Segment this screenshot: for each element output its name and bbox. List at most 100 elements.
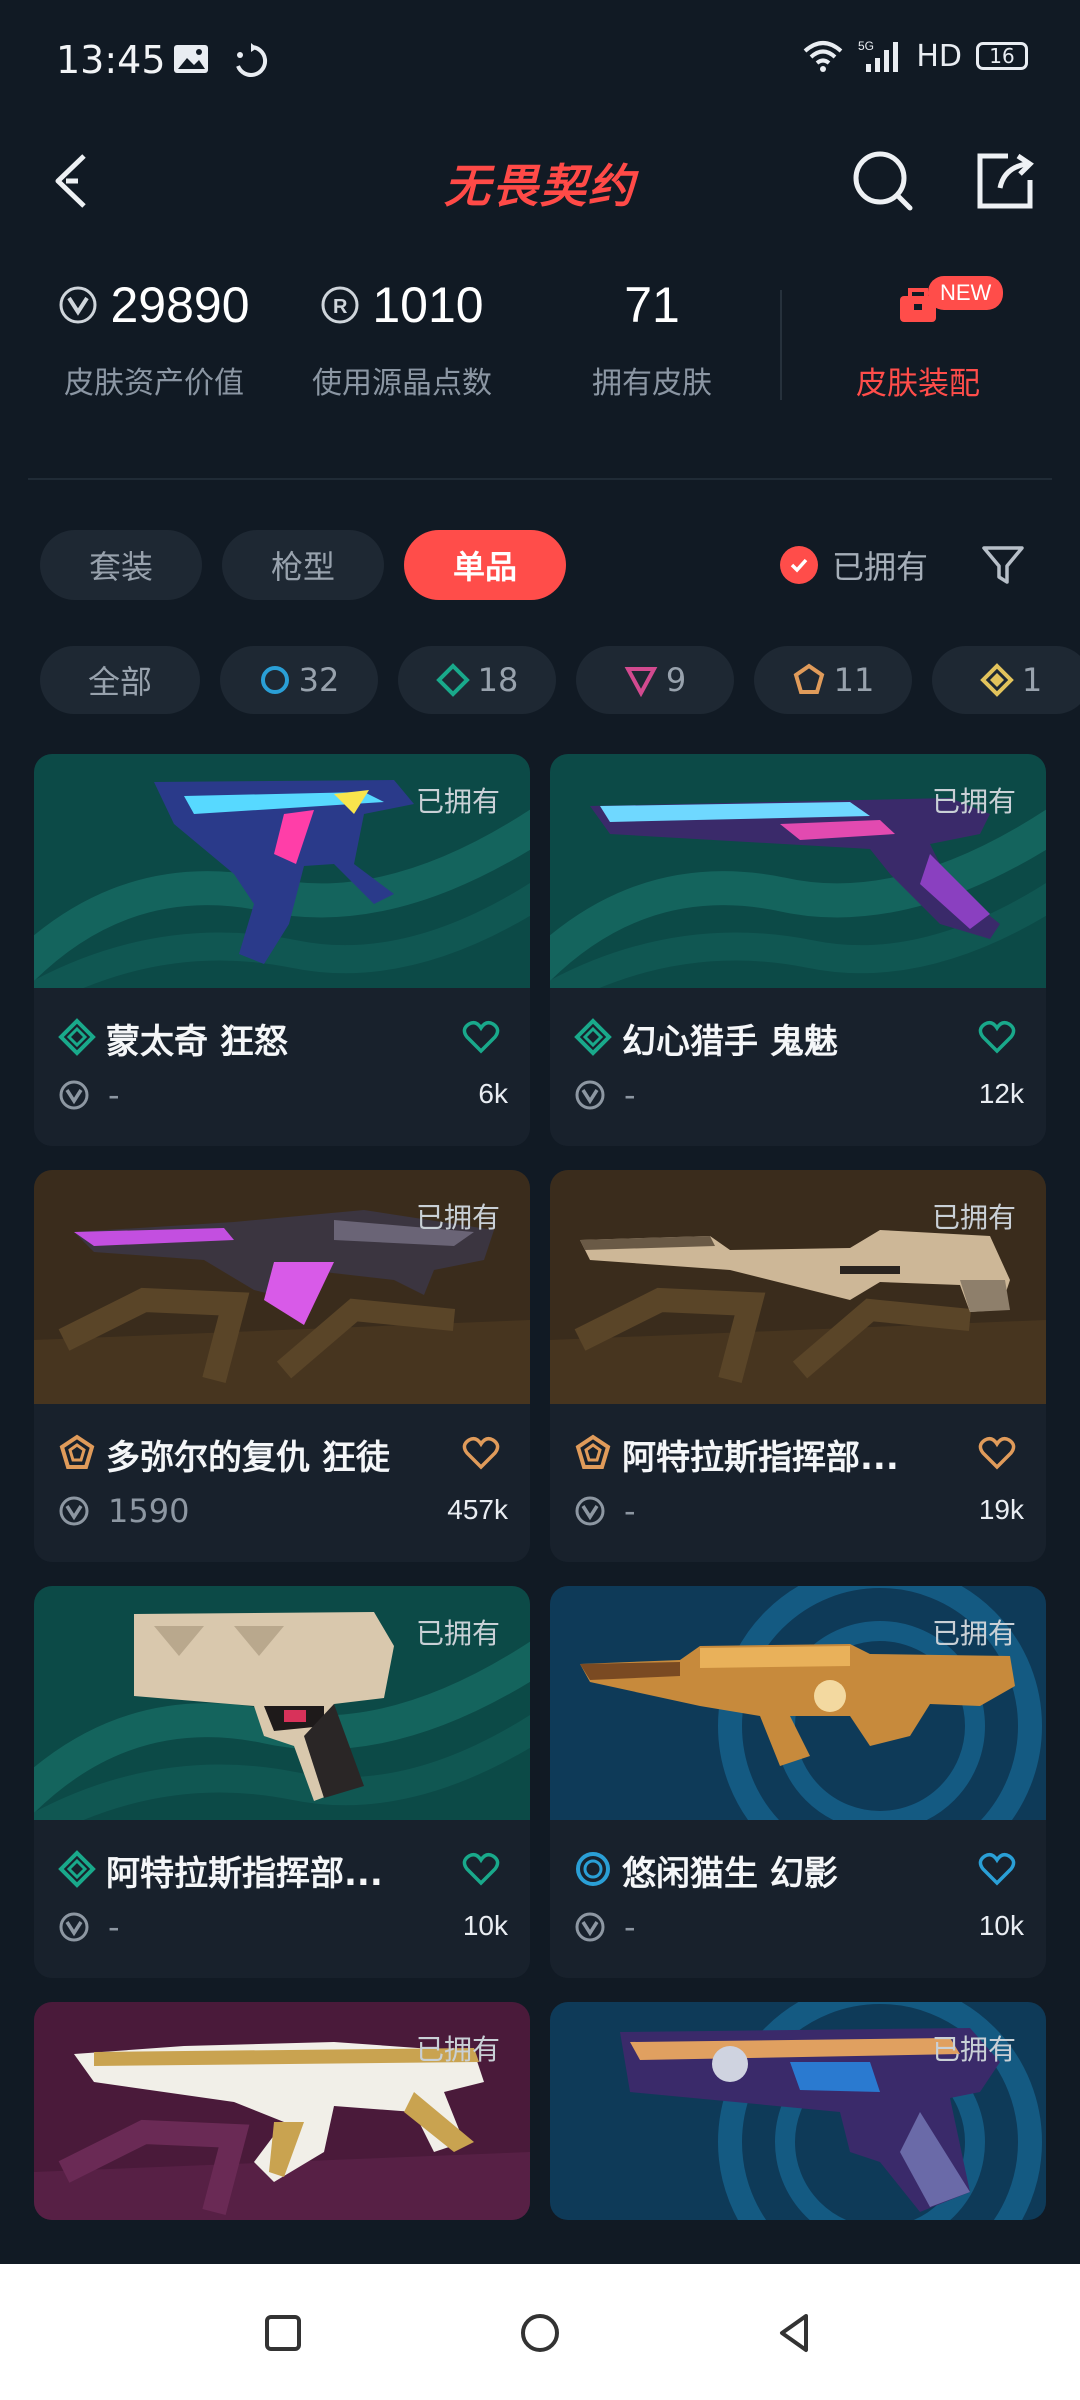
tier-premium[interactable]: 9 bbox=[576, 646, 734, 714]
deluxe-tier-icon bbox=[58, 1018, 96, 1056]
tab-bundle[interactable]: 套装 bbox=[40, 530, 202, 600]
vp-icon bbox=[575, 1912, 605, 1942]
stats-divider bbox=[780, 290, 782, 400]
heart-icon[interactable] bbox=[978, 1852, 1016, 1886]
owned-filter-toggle[interactable]: 已拥有 bbox=[780, 542, 928, 588]
filter-icon[interactable] bbox=[978, 540, 1028, 590]
svg-text:5G: 5G bbox=[858, 39, 874, 53]
skin-loadout-button[interactable]: NEW 皮肤装配 bbox=[808, 270, 1028, 403]
page-title: 无畏契约 bbox=[444, 159, 636, 213]
status-time: 13:45 bbox=[56, 38, 166, 82]
back-triangle-icon[interactable] bbox=[770, 2308, 820, 2358]
select-tier-icon bbox=[576, 1852, 610, 1886]
vp-icon bbox=[59, 1080, 89, 1110]
battery-level: 16 bbox=[989, 44, 1015, 68]
owned-tag: 已拥有 bbox=[931, 1201, 1016, 1234]
owned-tag: 已拥有 bbox=[415, 2033, 500, 2066]
tier-all-label: 全部 bbox=[87, 663, 152, 701]
battery-icon: 16 bbox=[976, 42, 1028, 70]
deluxe-tier-icon bbox=[574, 1018, 612, 1056]
heart-icon[interactable] bbox=[462, 1852, 500, 1886]
tier-deluxe[interactable]: 18 bbox=[398, 646, 556, 714]
premium-tier-icon bbox=[624, 667, 658, 697]
tab-single-item[interactable]: 单品 bbox=[404, 530, 566, 600]
owned-tag: 已拥有 bbox=[415, 1201, 500, 1234]
heart-icon[interactable] bbox=[978, 1020, 1016, 1054]
skin-card[interactable]: 已拥有 bbox=[34, 2002, 530, 2220]
skin-card[interactable]: 已拥有 bbox=[550, 2002, 1046, 2220]
skin-name: 悠闲猫生 幻影 bbox=[622, 1854, 838, 1894]
deluxe-tier-icon bbox=[58, 1850, 96, 1888]
owned-skins-count: 71 bbox=[624, 277, 680, 333]
ultra-tier-icon bbox=[979, 663, 1014, 697]
share-icon[interactable] bbox=[970, 146, 1040, 216]
skin-card[interactable]: 已拥有 蒙太奇 狂怒 - 6k bbox=[34, 754, 530, 1146]
tier-select[interactable]: 32 bbox=[220, 646, 378, 714]
tier-count: 11 bbox=[833, 661, 875, 699]
skin-price: - bbox=[108, 1076, 120, 1114]
tier-count: 18 bbox=[477, 661, 519, 699]
price-row: 1590 bbox=[58, 1492, 189, 1530]
recents-square-icon[interactable] bbox=[258, 2308, 308, 2358]
skin-card[interactable]: 已拥有 悠闲猫生 幻影 - 10k bbox=[550, 1586, 1046, 1978]
tier-count: 32 bbox=[298, 661, 340, 699]
divider bbox=[28, 478, 1052, 480]
system-nav-bar bbox=[0, 2264, 1080, 2400]
price-row: - bbox=[574, 1076, 636, 1114]
gallery-icon bbox=[174, 45, 208, 73]
tier-filter-row: 全部 32 18 9 11 1 bbox=[0, 646, 1080, 718]
tab-weapon-type[interactable]: 枪型 bbox=[222, 530, 384, 600]
like-count: 10k bbox=[462, 1910, 508, 1941]
skin-price: 1590 bbox=[108, 1492, 190, 1530]
search-icon[interactable] bbox=[848, 146, 918, 216]
status-right: 5G HD 16 bbox=[802, 38, 1028, 74]
skin-price: - bbox=[624, 1908, 636, 1946]
exclusive-tier-icon bbox=[793, 663, 824, 694]
vp-icon bbox=[59, 1496, 89, 1526]
status-notification-icons bbox=[172, 42, 270, 80]
skin-card[interactable]: 已拥有 幻心猎手 鬼魅 - 12k bbox=[550, 754, 1046, 1146]
wifi-icon bbox=[804, 41, 843, 72]
tier-all[interactable]: 全部 bbox=[40, 646, 200, 714]
skin-info: 幻心猎手 鬼魅 - 12k bbox=[550, 988, 1046, 1146]
like-count: 457k bbox=[447, 1494, 508, 1525]
owned-tag: 已拥有 bbox=[415, 785, 500, 818]
asset-stats: 29890 皮肤资产价值 R 1010 使用源晶点数 71 拥有皮肤 NEW 皮… bbox=[0, 270, 1080, 430]
owned-filter-label: 已拥有 bbox=[832, 548, 929, 586]
header: 无畏契约 bbox=[0, 120, 1080, 240]
vp-icon bbox=[59, 286, 97, 324]
skin-image: 已拥有 bbox=[34, 2002, 530, 2220]
tier-count: 9 bbox=[665, 661, 687, 699]
radianite-icon: R bbox=[321, 286, 359, 324]
like-count: 12k bbox=[978, 1078, 1024, 1109]
tier-count: 1 bbox=[1021, 661, 1043, 699]
tier-ultra[interactable]: 1 bbox=[932, 646, 1080, 714]
skin-card[interactable]: 已拥有 多弥尔的复仇 狂徒 1590 457k bbox=[34, 1170, 530, 1562]
price-row: - bbox=[574, 1492, 636, 1530]
tier-exclusive[interactable]: 11 bbox=[754, 646, 912, 714]
signal-5g-icon: 5G bbox=[858, 39, 899, 72]
stat-owned-skins: 71 拥有皮肤 bbox=[552, 270, 752, 402]
skin-image: 已拥有 bbox=[550, 1586, 1046, 1820]
vp-icon bbox=[575, 1080, 605, 1110]
status-bar: 13:45 5G HD 16 bbox=[0, 0, 1080, 120]
stat-skin-value: 29890 皮肤资产价值 bbox=[54, 270, 254, 402]
skin-card[interactable]: 已拥有 阿特拉斯指挥部... - 19k bbox=[550, 1170, 1046, 1562]
skin-name: 幻心猎手 鬼魅 bbox=[622, 1022, 838, 1062]
skin-card[interactable]: 已拥有 阿特拉斯指挥部... - 10k bbox=[34, 1586, 530, 1978]
skin-price: - bbox=[624, 1492, 636, 1530]
skin-image: 已拥有 bbox=[550, 1170, 1046, 1404]
heart-icon[interactable] bbox=[462, 1020, 500, 1054]
loadout-label: 皮肤装配 bbox=[856, 366, 980, 402]
heart-icon[interactable] bbox=[978, 1436, 1016, 1470]
heart-icon[interactable] bbox=[462, 1436, 500, 1470]
skin-image: 已拥有 bbox=[550, 2002, 1046, 2220]
skin-price: - bbox=[108, 1908, 120, 1946]
network-type: HD bbox=[916, 38, 962, 74]
skin-name: 多弥尔的复仇 狂徒 bbox=[106, 1438, 390, 1478]
owned-tag: 已拥有 bbox=[931, 2033, 1016, 2066]
home-circle-icon[interactable] bbox=[515, 2308, 565, 2358]
exclusive-tier-icon bbox=[575, 1434, 611, 1469]
skin-info: 悠闲猫生 幻影 - 10k bbox=[550, 1820, 1046, 1978]
new-badge: NEW bbox=[928, 276, 1004, 310]
